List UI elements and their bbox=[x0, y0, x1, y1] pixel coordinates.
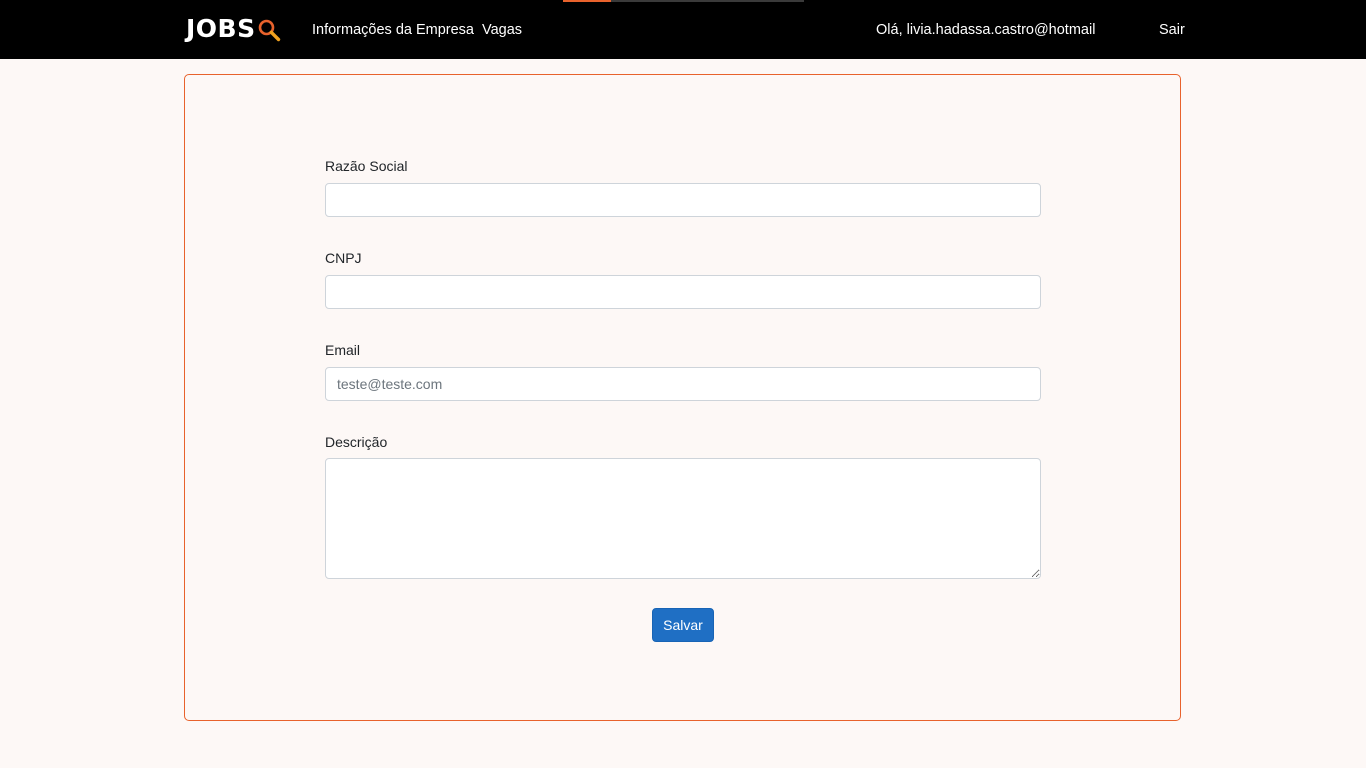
user-greeting: Olá, livia.hadassa.castro@hotmail bbox=[876, 22, 1096, 38]
nav-link-jobs[interactable]: Vagas bbox=[482, 21, 522, 39]
cnpj-input[interactable] bbox=[325, 275, 1041, 309]
company-name-input[interactable] bbox=[325, 183, 1041, 217]
loading-bar bbox=[563, 0, 804, 2]
field-label-description: Descrição bbox=[325, 434, 388, 450]
logo-text: JOBS bbox=[186, 14, 256, 43]
loading-bar-fill bbox=[563, 0, 612, 2]
field-label-cnpj: CNPJ bbox=[325, 250, 362, 266]
top-navbar: JOBS Informações da Empresa Vagas Olá, l… bbox=[0, 0, 1366, 59]
email-input[interactable] bbox=[325, 367, 1041, 401]
company-form-card: Razão Social CNPJ Email Descrição Salvar bbox=[184, 74, 1181, 721]
magnifier-icon bbox=[257, 18, 281, 42]
nav-link-company-info[interactable]: Informações da Empresa bbox=[312, 21, 474, 39]
description-textarea[interactable] bbox=[325, 458, 1041, 579]
field-label-email: Email bbox=[325, 342, 361, 358]
brand-logo[interactable]: JOBS bbox=[186, 13, 281, 45]
save-button[interactable]: Salvar bbox=[652, 608, 714, 642]
field-label-company-name: Razão Social bbox=[325, 158, 408, 174]
logout-link[interactable]: Sair bbox=[1159, 21, 1185, 39]
